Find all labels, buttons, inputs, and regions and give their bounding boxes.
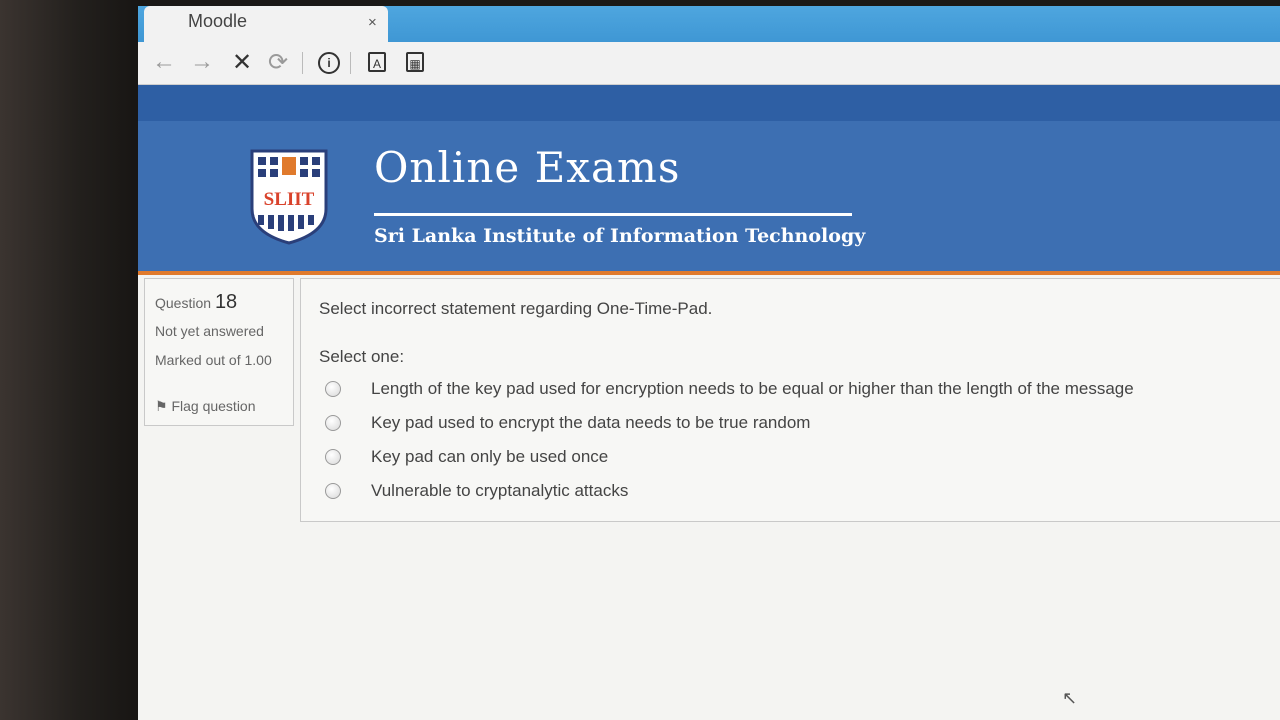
site-navbar	[138, 85, 1280, 121]
tab-title: Moodle	[188, 11, 248, 31]
radio-button[interactable]	[325, 381, 341, 397]
flag-icon: ⚑	[155, 398, 168, 414]
site-title: Online Exams	[374, 143, 681, 192]
sliit-logo: SLIIT	[250, 149, 328, 245]
monitor-bezel	[0, 0, 140, 720]
browser-tab[interactable]: Moodle ×	[144, 6, 388, 42]
question-marks: Marked out of 1.00	[155, 352, 272, 368]
site-subtitle: Sri Lanka Institute of Information Techn…	[374, 225, 866, 247]
site-banner: SLIIT Online Exams Sri Lanka Institute o…	[138, 121, 1280, 275]
mouse-cursor-icon: ↖	[1062, 688, 1078, 708]
question-label-text: Question	[155, 295, 212, 311]
title-divider	[374, 213, 852, 216]
answer-label[interactable]: Key pad can only be used once	[371, 447, 608, 467]
question-text: Select incorrect statement regarding One…	[319, 299, 713, 318]
screen: Moodle × ← → ✕ ⟳ i A ▦ SLIIT Online Exam…	[138, 6, 1280, 720]
document-icon[interactable]: A	[368, 52, 386, 72]
flag-question-link[interactable]: ⚑ Flag question	[155, 398, 256, 415]
question-number: 18	[214, 291, 238, 313]
toolbar-separator	[302, 52, 303, 74]
browser-toolbar: ← → ✕ ⟳ i A ▦	[138, 42, 1280, 85]
calculator-icon[interactable]: ▦	[406, 52, 424, 72]
back-arrow-icon[interactable]: ←	[152, 48, 176, 76]
close-icon[interactable]: ×	[368, 14, 377, 31]
logo-text: SLIIT	[264, 189, 315, 210]
answer-label[interactable]: Vulnerable to cryptanalytic attacks	[371, 481, 628, 501]
question-state: Not yet answered	[155, 323, 264, 339]
radio-button[interactable]	[325, 415, 341, 431]
reload-icon[interactable]: ⟳	[268, 48, 288, 77]
question-label: Question 18	[155, 291, 237, 314]
answer-label[interactable]: Length of the key pad used for encryptio…	[371, 379, 1134, 399]
forward-arrow-icon[interactable]: →	[190, 48, 214, 76]
question-content: Select incorrect statement regarding One…	[300, 278, 1280, 522]
question-info: Question 18 Not yet answered Marked out …	[144, 278, 294, 426]
flag-label: Flag question	[171, 398, 256, 414]
stop-icon[interactable]: ✕	[232, 48, 252, 77]
toolbar-separator	[350, 52, 351, 74]
radio-button[interactable]	[325, 483, 341, 499]
radio-button[interactable]	[325, 449, 341, 465]
answer-prompt: Select one:	[319, 347, 405, 366]
answer-label[interactable]: Key pad used to encrypt the data needs t…	[371, 413, 810, 433]
info-icon[interactable]: i	[318, 52, 340, 74]
tab-strip: Moodle ×	[138, 6, 1280, 42]
